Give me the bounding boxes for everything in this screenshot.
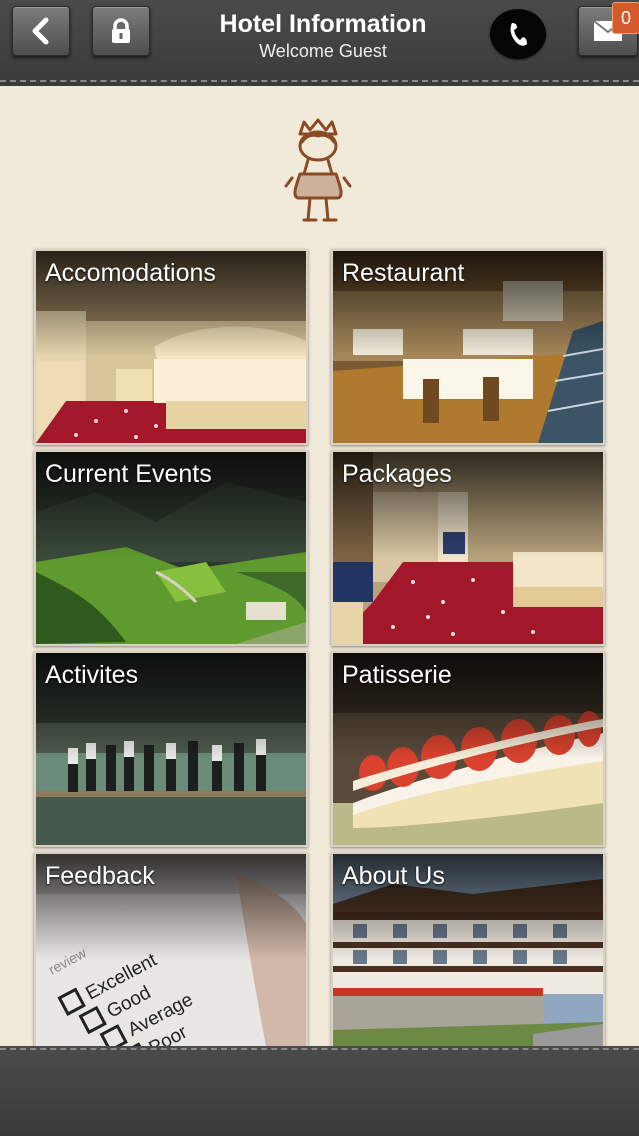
top-bar: Hotel Information Welcome Guest 0	[0, 0, 639, 84]
phone-icon	[510, 23, 527, 46]
tile-label: Accomodations	[45, 259, 216, 287]
page-title: Hotel Information	[219, 10, 427, 38]
back-button[interactable]	[12, 6, 70, 56]
hotel-mascot-logo	[284, 118, 352, 222]
tile-label: Current Events	[45, 460, 212, 488]
tile-label: Packages	[342, 460, 452, 488]
lock-button[interactable]	[92, 6, 150, 56]
tile-packages[interactable]: Packages	[331, 450, 605, 646]
tile-label: About Us	[342, 862, 445, 890]
page-subtitle: Welcome Guest	[259, 41, 387, 61]
tile-feedback[interactable]: review Excellent Good Average Poor Feedb…	[34, 852, 308, 1048]
tile-accomodations[interactable]: Accomodations	[34, 249, 308, 445]
tile-about-us[interactable]: About Us	[331, 852, 605, 1048]
call-button[interactable]	[490, 9, 546, 59]
tile-activites[interactable]: Activites	[34, 651, 308, 847]
messages-count-badge: 0	[612, 2, 639, 34]
tile-label: Feedback	[45, 862, 155, 890]
tile-label: Activites	[45, 661, 139, 689]
tile-patisserie[interactable]: Patisserie	[331, 651, 605, 847]
tile-restaurant[interactable]: Restaurant	[331, 249, 605, 445]
tile-current-events[interactable]: Current Events	[34, 450, 308, 646]
bottom-bar	[0, 1046, 639, 1136]
content-area: Accomodations Restaurant Current Events …	[0, 86, 639, 1048]
tile-label: Patisserie	[342, 661, 452, 689]
header-titles: Hotel Information Welcome Guest	[160, 8, 486, 62]
chevron-left-icon	[32, 17, 49, 45]
lock-icon	[112, 18, 130, 43]
tile-label: Restaurant	[342, 259, 465, 287]
